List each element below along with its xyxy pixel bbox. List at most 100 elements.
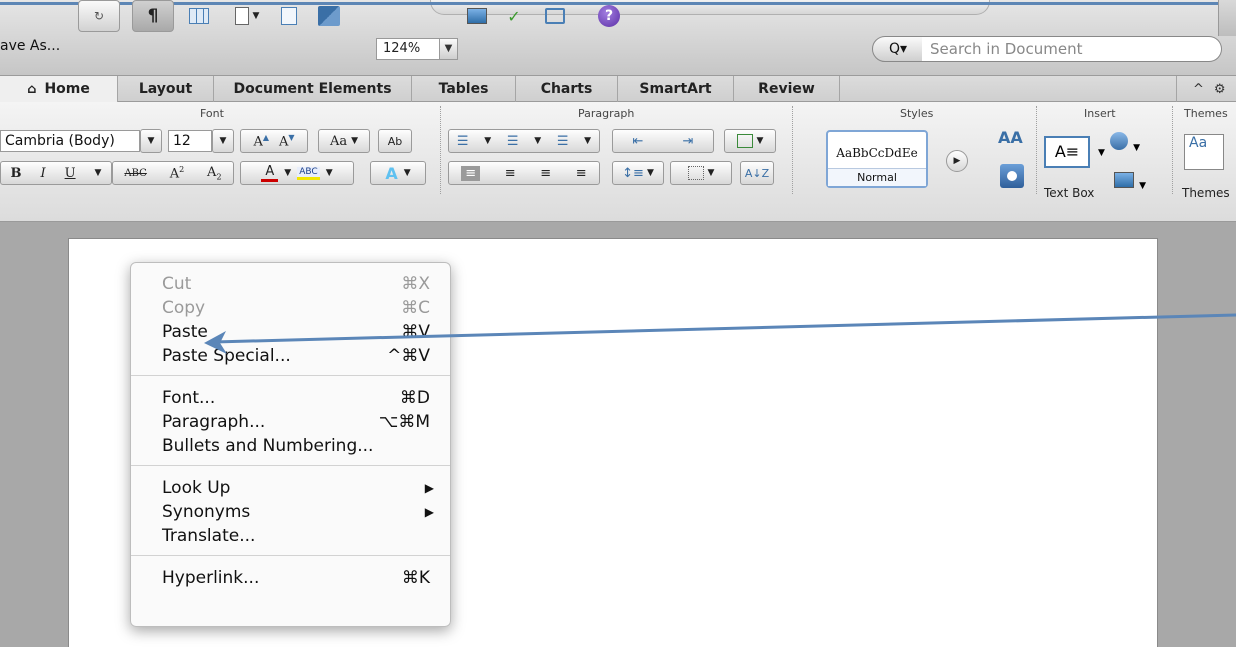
sort-button[interactable]: A↓Z	[740, 161, 774, 185]
themes-group-title: Themes	[1184, 107, 1228, 120]
style-sample: AaBbCcDdEe	[836, 146, 918, 160]
menu-item-translate[interactable]: Translate...	[131, 525, 450, 547]
save-as-button[interactable]: ave As...	[0, 38, 60, 54]
tab-review[interactable]: Review	[734, 76, 840, 102]
insert-picture-button[interactable]	[462, 0, 492, 32]
menu-item-bullets-numbering[interactable]: Bullets and Numbering...	[131, 435, 450, 457]
justify-icon: ≡	[575, 165, 587, 181]
media-icon: ↻	[93, 9, 105, 23]
gallery-button[interactable]	[312, 0, 346, 32]
menu-item-cut[interactable]: Cut ⌘X	[131, 273, 450, 295]
columns-icon	[736, 134, 753, 148]
shape-icon	[1110, 132, 1128, 150]
text-box-button[interactable]: A≡	[1044, 136, 1090, 168]
script-buttons[interactable]: ABC A2 A2	[112, 161, 234, 185]
styles-gallery-icon	[1007, 171, 1017, 181]
clear-formatting-button[interactable]: Ab	[378, 129, 412, 153]
themes-icon: Aa	[1189, 135, 1208, 151]
home-icon: ⌂	[27, 81, 37, 97]
change-case-button[interactable]: Aa ▼	[318, 129, 370, 153]
themes-button[interactable]: Aa	[1184, 134, 1224, 170]
search-options-button[interactable]: Q▾	[872, 36, 924, 62]
sort-icon: A↓Z	[744, 166, 770, 180]
menu-item-copy[interactable]: Copy ⌘C	[131, 297, 450, 319]
help-icon: ?	[598, 5, 620, 27]
bullets-icon: ☰	[456, 133, 469, 149]
search-input[interactable]: Search in Document	[922, 36, 1222, 62]
toolbox-button[interactable]	[538, 0, 572, 32]
chevron-up-icon: ^	[1193, 81, 1204, 97]
sidebar-button[interactable]	[274, 0, 304, 32]
table-icon	[189, 8, 209, 24]
chevron-down-icon: ▼	[147, 136, 155, 146]
styles-next-button[interactable]: ▶	[946, 150, 968, 172]
font-size-dropdown[interactable]: ▼	[212, 129, 234, 153]
styles-gallery-button[interactable]	[1000, 164, 1024, 188]
menu-item-look-up[interactable]: Look Up ▶	[131, 477, 450, 499]
gallery-icon	[318, 6, 340, 26]
chevron-down-icon: ▼	[1139, 181, 1147, 191]
indent-buttons[interactable]: ⇤ ⇥	[612, 129, 714, 153]
collapse-ribbon-button[interactable]: ^ ⚙	[1176, 76, 1236, 102]
menu-item-paste[interactable]: Paste ⌘V	[131, 321, 450, 343]
text-style-buttons[interactable]: B I U ▼	[0, 161, 112, 185]
insert-table-button[interactable]	[180, 0, 218, 32]
insert-group-title: Insert	[1084, 107, 1116, 120]
chevron-down-icon: ▼	[1133, 143, 1141, 153]
zoom-dropdown[interactable]: ▼	[440, 38, 458, 60]
line-spacing-button[interactable]: ↕≡ ▼	[612, 161, 664, 185]
chevron-right-icon: ▶	[953, 156, 961, 166]
zoom-field[interactable]: 124%	[376, 38, 440, 60]
chevron-down-icon: ▼	[444, 43, 453, 54]
manage-styles-button[interactable]: AA	[998, 128, 1028, 154]
media-browser-button[interactable]: ↻	[78, 0, 120, 32]
help-button[interactable]: ?	[592, 0, 626, 32]
strikethrough-icon: ABC	[124, 167, 147, 179]
font-size-field[interactable]: 12	[168, 130, 212, 152]
font-color-icon: A	[261, 164, 279, 182]
line-spacing-icon: ↕≡	[622, 165, 644, 181]
alignment-buttons[interactable]: ≡ ≡ ≡ ≡	[448, 161, 600, 185]
borders-button[interactable]: ▼	[670, 161, 732, 185]
chevron-down-icon: ▼	[284, 168, 292, 178]
menu-item-font[interactable]: Font... ⌘D	[131, 387, 450, 409]
show-formatting-button[interactable]: ¶	[132, 0, 174, 32]
submenu-arrow-icon: ▶	[424, 505, 434, 519]
search-icon: Q▾	[888, 41, 908, 57]
menu-separator	[131, 465, 450, 466]
toolbox-icon	[545, 8, 565, 24]
spelling-button[interactable]: ✓	[498, 0, 530, 32]
tab-tables[interactable]: Tables	[412, 76, 516, 102]
tab-home[interactable]: ⌂ Home	[0, 76, 118, 102]
chevron-down-icon: ▼	[252, 11, 260, 21]
text-effects-button[interactable]: A ▼	[370, 161, 426, 185]
tab-charts[interactable]: Charts	[516, 76, 618, 102]
list-buttons[interactable]: ☰ ▼ ☰ ▼ ☰ ▼	[448, 129, 600, 153]
columns-dropdown[interactable]: ▼	[724, 129, 776, 153]
font-size-grow-shrink[interactable]: A▲ A▼	[240, 129, 308, 153]
multilevel-list-icon: ☰	[556, 133, 569, 149]
scrollbar-thumb[interactable]	[1218, 0, 1236, 36]
picture-button[interactable]: ▼	[1114, 172, 1148, 196]
grow-font-icon: A▲	[253, 132, 269, 150]
color-buttons[interactable]: A ▼ ABC ▼	[240, 161, 354, 185]
menu-item-synonyms[interactable]: Synonyms ▶	[131, 501, 450, 523]
group-separator	[1036, 106, 1037, 194]
tab-layout[interactable]: Layout	[118, 76, 214, 102]
shape-button[interactable]: ▼	[1110, 132, 1144, 158]
align-left-icon: ≡	[461, 165, 481, 181]
font-name-field[interactable]: Cambria (Body)	[0, 130, 140, 152]
tab-smartart[interactable]: SmartArt	[618, 76, 734, 102]
underline-icon: U	[64, 165, 76, 181]
menu-item-hyperlink[interactable]: Hyperlink... ⌘K	[131, 567, 450, 589]
tab-document-elements[interactable]: Document Elements	[214, 76, 412, 102]
chevron-down-icon: ▼	[351, 136, 359, 146]
columns-button[interactable]: ▼	[226, 0, 268, 32]
menu-item-paste-special[interactable]: Paste Special... ^⌘V	[131, 345, 450, 367]
standard-toolbar: ave As... ↻ ¶ ▼ 124% ▼ ✓ ? Q▾ Search in …	[0, 0, 1236, 75]
font-name-dropdown[interactable]: ▼	[140, 129, 162, 153]
style-normal[interactable]: AaBbCcDdEe Normal	[826, 130, 928, 188]
align-right-icon: ≡	[540, 165, 552, 181]
submenu-arrow-icon: ▶	[424, 481, 434, 495]
menu-item-paragraph[interactable]: Paragraph... ⌥⌘M	[131, 411, 450, 433]
